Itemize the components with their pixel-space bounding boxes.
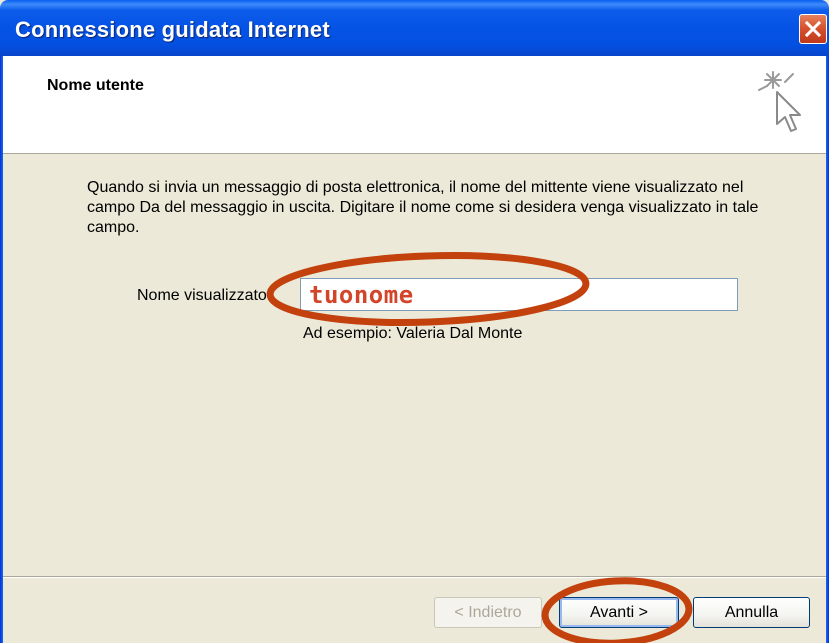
display-name-input[interactable] (300, 278, 738, 311)
close-button[interactable] (799, 14, 827, 44)
wizard-window: Connessione guidata Internet Nome utente (0, 0, 829, 643)
title-bar[interactable]: Connessione guidata Internet (0, 0, 829, 56)
next-button[interactable]: Avanti > (559, 597, 679, 628)
wizard-header: Nome utente (3, 56, 826, 154)
example-hint: Ad esempio: Valeria Dal Monte (303, 325, 523, 342)
back-button[interactable]: < Indietro (434, 597, 542, 628)
close-icon (805, 21, 821, 37)
wizard-sparkle-cursor-icon (757, 66, 817, 149)
window-title: Connessione guidata Internet (15, 17, 330, 42)
footer-divider (3, 576, 826, 578)
page-title: Nome utente (47, 77, 144, 94)
display-name-label: Nome visualizzato: (137, 287, 272, 304)
description-text: Quando si invia un messaggio di posta el… (87, 179, 759, 236)
cancel-button[interactable]: Annulla (693, 597, 810, 628)
